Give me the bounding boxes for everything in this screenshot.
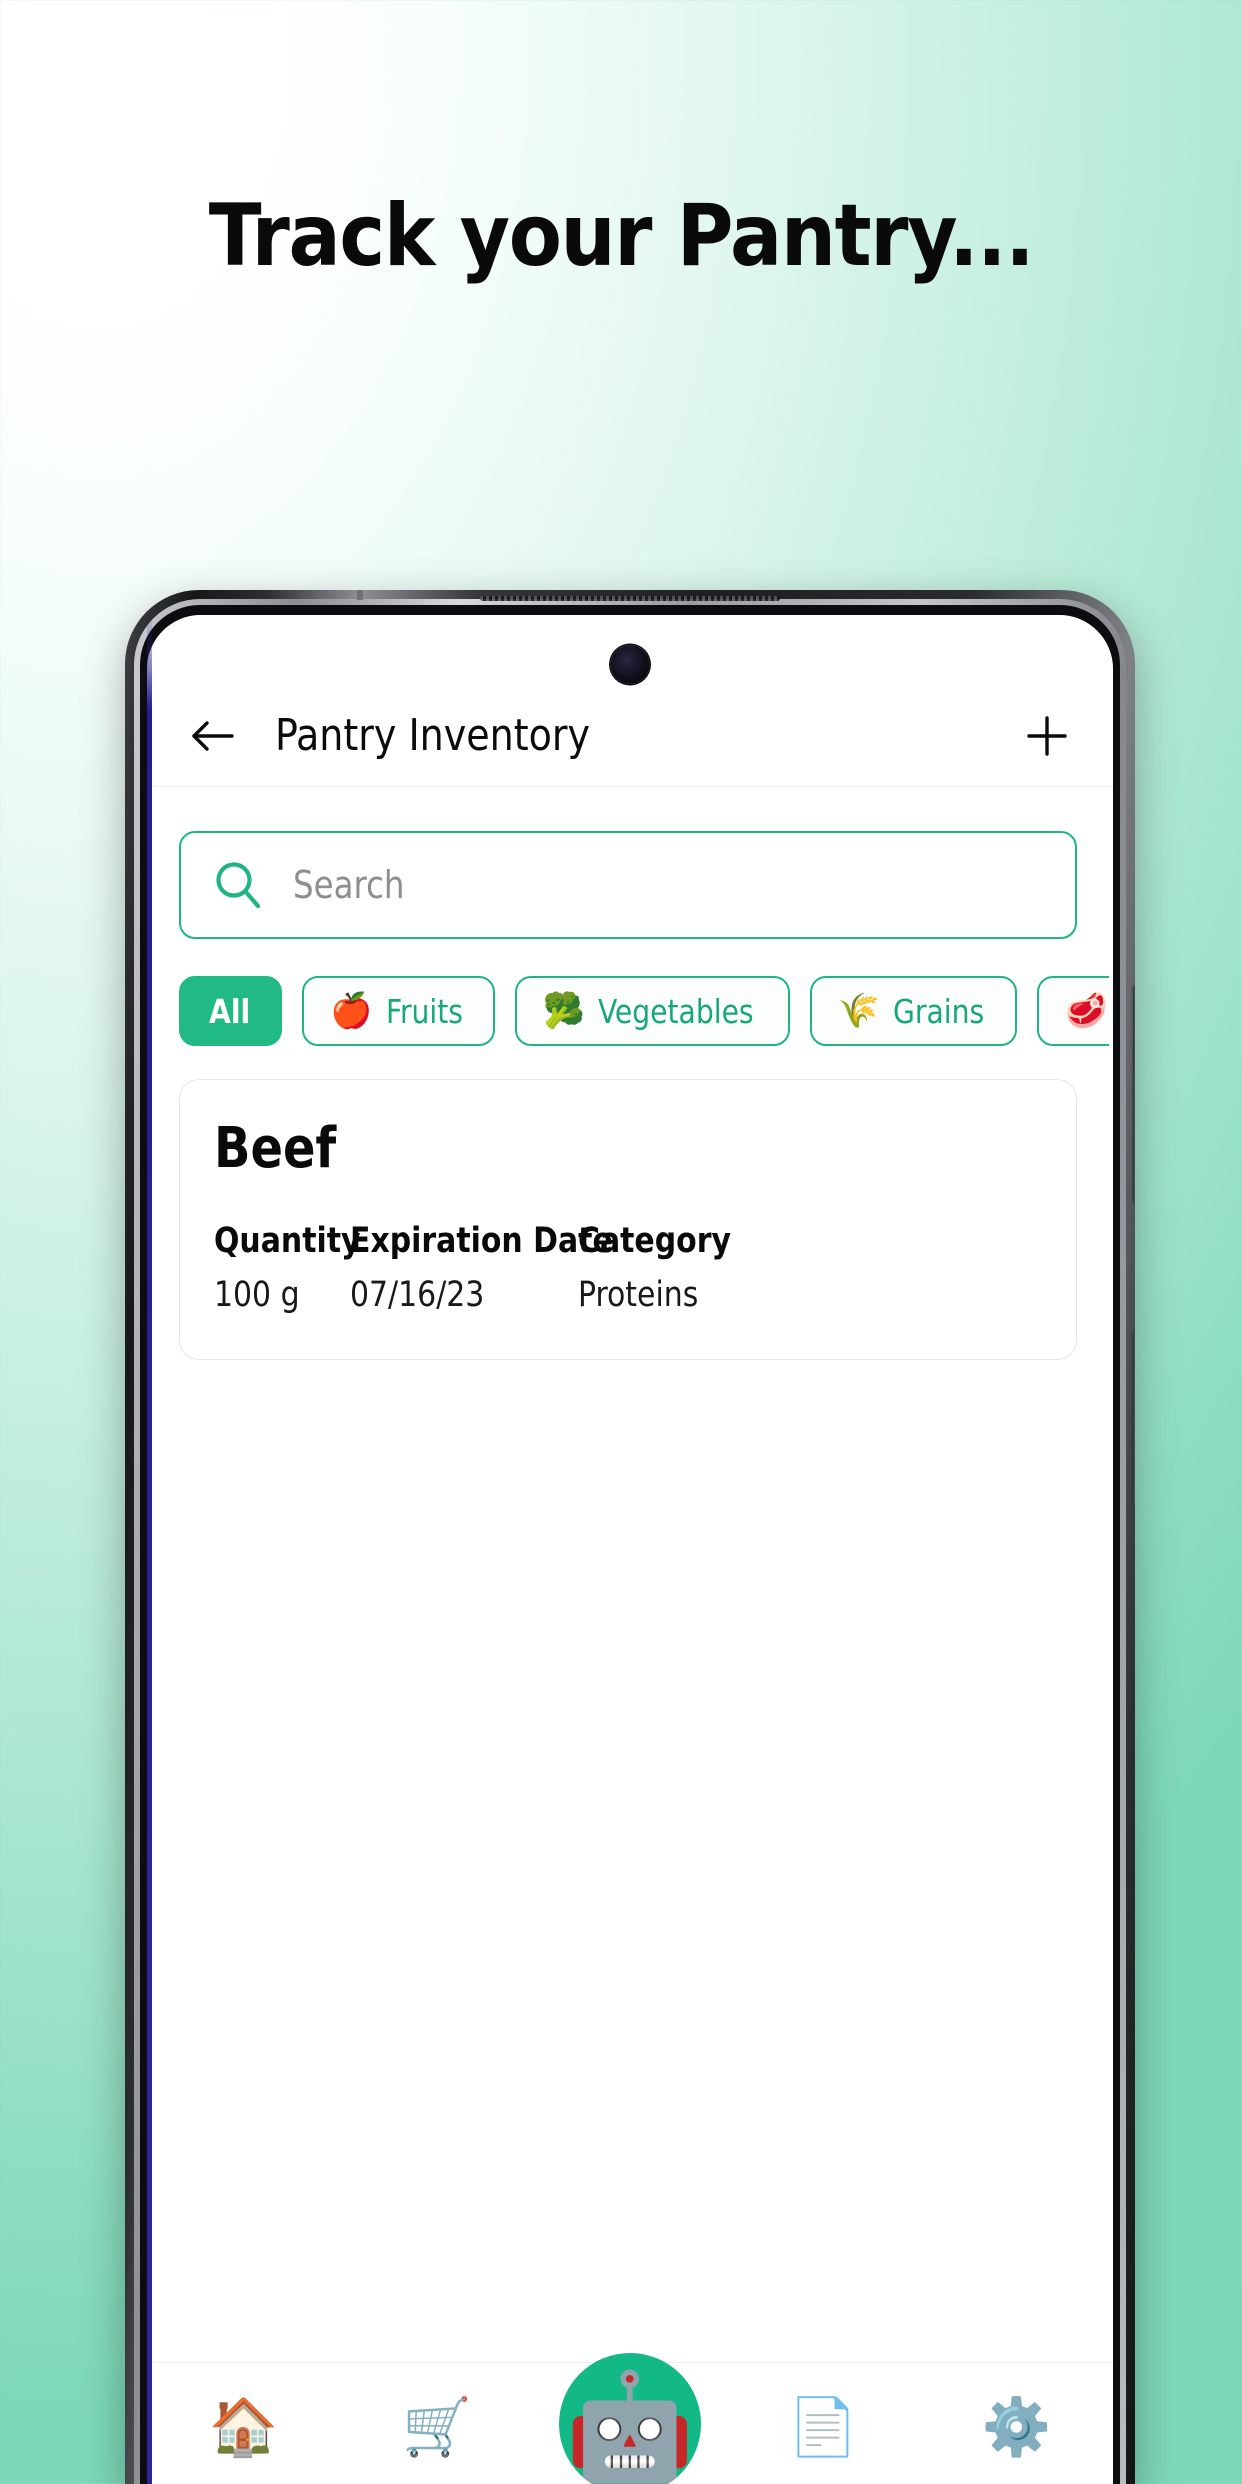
app-bar: Pantry Inventory — [147, 615, 1113, 787]
item-expiration-column: Expiration Date 07/16/23 — [350, 1220, 613, 1315]
meat-icon: 🥩 — [1065, 992, 1108, 1030]
app-content: Search All 🍎 Fruits 🥦 Vegetables 🌾 Grain… — [147, 787, 1113, 2484]
shopping-cart-icon: 🛒 — [401, 2394, 472, 2458]
item-quantity-column: Quantity 100 g — [214, 1220, 361, 1315]
earpiece-speaker-icon — [480, 596, 780, 601]
item-name: Beef — [214, 1116, 337, 1181]
item-category-column: Category Proteins — [578, 1221, 739, 1315]
category-filter-row[interactable]: All 🍎 Fruits 🥦 Vegetables 🌾 Grains 🥩 — [179, 975, 1109, 1047]
document-icon: 📄 — [788, 2394, 859, 2458]
power-button[interactable] — [1133, 1330, 1135, 1505]
chef-bot-fab-button[interactable]: 🤖 — [559, 2352, 701, 2484]
grain-icon: 🌾 — [837, 992, 881, 1030]
nav-item-shopping-cart[interactable]: 🛒 — [340, 2363, 533, 2484]
page-title: Track your Pantry... — [208, 186, 1035, 286]
expiration-value: 07/16/23 — [350, 1274, 485, 1315]
category-header: Category — [578, 1220, 731, 1261]
nav-item-recipes[interactable]: 📄 — [727, 2363, 920, 2484]
expiration-header: Expiration Date — [350, 1220, 613, 1261]
nav-item-home[interactable]: 🏠 — [147, 2363, 340, 2484]
bezel-notch-mark — [357, 590, 363, 600]
phone-mockup: Pantry Inventory Search All 🍎 Fruits 🥦 V… — [125, 590, 1135, 2484]
quantity-value: 100 g — [214, 1274, 300, 1315]
apple-icon: 🍎 — [330, 992, 373, 1030]
front-camera-icon — [610, 645, 650, 684]
back-button[interactable] — [185, 708, 241, 764]
chip-fruits[interactable]: 🍎 Fruits — [302, 976, 495, 1046]
phone-screen: Pantry Inventory Search All 🍎 Fruits 🥦 V… — [147, 615, 1113, 2484]
broccoli-icon: 🥦 — [542, 992, 586, 1030]
item-details-table: Quantity 100 g Expiration Date 07/16/23 … — [214, 1221, 1042, 1315]
search-placeholder: Search — [293, 863, 405, 907]
chip-proteins[interactable]: 🥩 Proteins — [1037, 976, 1109, 1046]
bottom-navigation-bar: 🏠 🛒 🤖 📄 ⚙️ — [147, 2352, 1113, 2484]
chip-vegetables[interactable]: 🥦 Vegetables — [514, 976, 790, 1046]
gear-icon: ⚙️ — [981, 2394, 1052, 2458]
inventory-item-card[interactable]: Beef Quantity 100 g Expiration Date 07/1… — [179, 1079, 1077, 1360]
category-value: Proteins — [578, 1274, 699, 1315]
app-bar-title: Pantry Inventory — [275, 710, 590, 761]
phone-frame: Pantry Inventory Search All 🍎 Fruits 🥦 V… — [125, 590, 1135, 2484]
search-input[interactable]: Search — [179, 831, 1077, 939]
chip-fruits-label: Fruits — [385, 991, 463, 1031]
house-icon: 🏠 — [208, 2394, 279, 2458]
chip-all-label: All — [209, 991, 251, 1031]
search-icon — [211, 858, 265, 912]
robot-icon: 🤖 — [565, 2368, 695, 2484]
chip-grains[interactable]: 🌾 Grains — [809, 976, 1018, 1046]
add-item-button[interactable] — [1019, 708, 1075, 764]
chip-all[interactable]: All — [179, 976, 283, 1046]
nav-item-settings[interactable]: ⚙️ — [920, 2363, 1113, 2484]
chip-grains-label: Grains — [893, 991, 985, 1031]
chip-vegetables-label: Vegetables — [598, 991, 754, 1031]
volume-button[interactable] — [1133, 985, 1135, 1203]
quantity-header: Quantity — [214, 1220, 361, 1261]
